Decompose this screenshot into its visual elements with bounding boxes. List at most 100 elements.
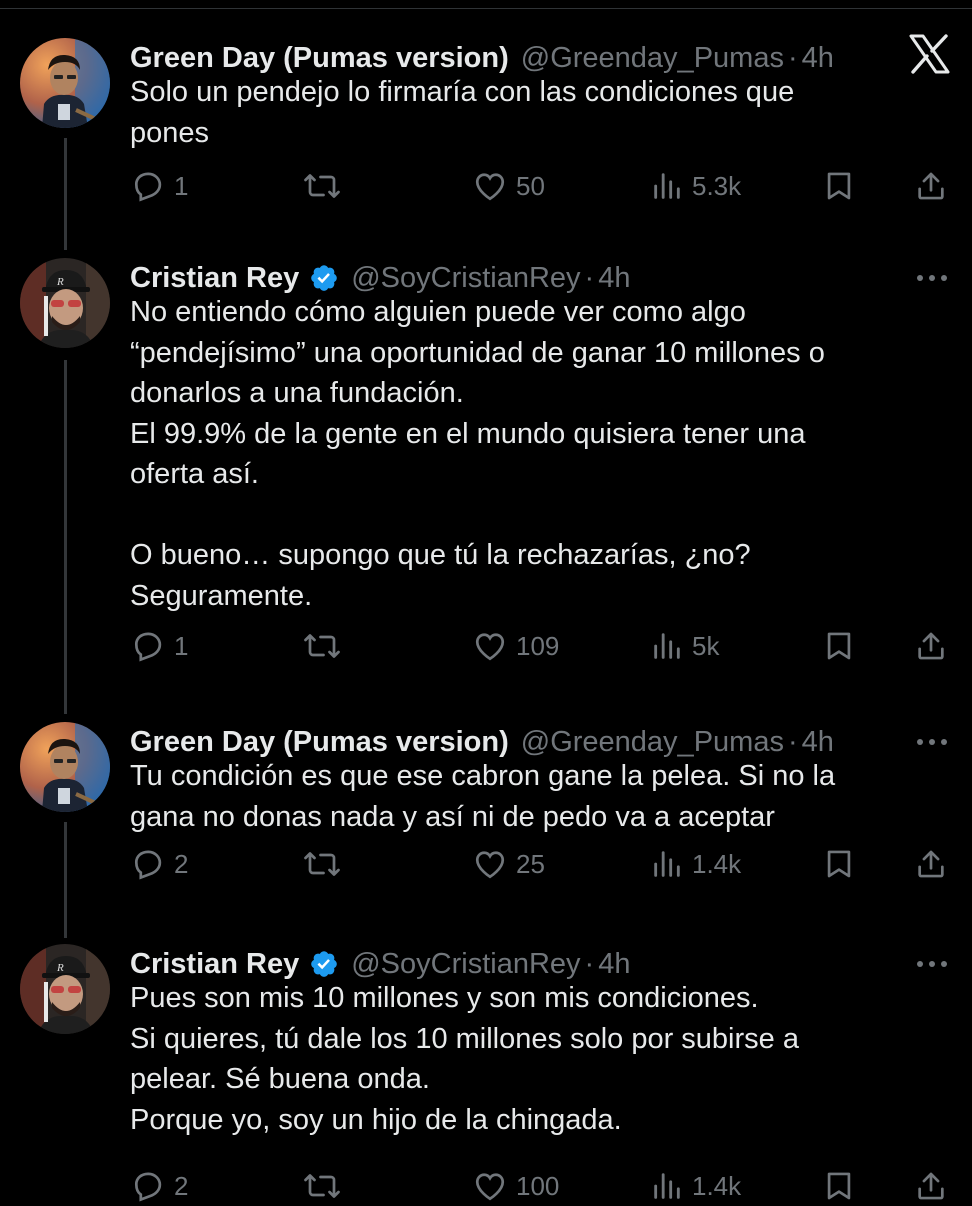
views-icon (650, 629, 684, 663)
share-button[interactable] (914, 844, 948, 884)
like-icon (472, 1168, 508, 1204)
tweet-text-line: Tu condición es que ese cabron gane la p… (130, 760, 836, 792)
retweet-button[interactable] (302, 1166, 342, 1206)
avatar[interactable]: R (20, 944, 110, 1034)
tweet-text-line: pelear. Sé buena onda. (130, 1063, 430, 1095)
like-count: 25 (516, 848, 545, 879)
retweet-icon (302, 168, 342, 204)
like-icon (472, 628, 508, 664)
share-button[interactable] (914, 1166, 948, 1206)
reply-count: 1 (174, 170, 189, 201)
bookmark-icon (822, 1168, 856, 1204)
svg-text:R: R (56, 276, 64, 288)
thread-line (64, 360, 67, 714)
views-button[interactable]: 5.3k (650, 166, 741, 206)
more-icon[interactable] (914, 954, 950, 974)
like-count: 109 (516, 630, 560, 661)
views-icon (650, 1169, 684, 1203)
tweet-text-line: donarlos a una fundación. (130, 377, 464, 409)
share-icon (914, 1168, 948, 1204)
views-count: 5k (692, 630, 720, 661)
verified-badge-icon (309, 263, 339, 293)
bookmark-button[interactable] (822, 1166, 856, 1206)
like-count: 50 (516, 170, 545, 201)
reply-icon (130, 168, 166, 204)
avatar[interactable] (20, 38, 110, 128)
action-bar: 1 50 5.3k (130, 166, 950, 206)
like-button[interactable]: 100 (472, 1166, 559, 1206)
retweet-button[interactable] (302, 166, 342, 206)
retweet-button[interactable] (302, 626, 342, 666)
tweet-text-line: Porque yo, soy un hijo de la chingada. (130, 1103, 622, 1136)
thread-line (64, 138, 67, 250)
verified-badge-icon (309, 949, 339, 979)
tweet-text-line: Solo un pendejo lo firmaría con las cond… (130, 76, 795, 108)
like-button[interactable]: 50 (472, 166, 545, 206)
views-count: 1.4k (692, 848, 742, 879)
retweet-button[interactable] (302, 844, 342, 884)
reply-icon (130, 628, 166, 664)
views-button[interactable]: 1.4k (650, 844, 741, 884)
views-button[interactable]: 5k (650, 626, 719, 666)
like-count: 100 (516, 1170, 560, 1201)
tweet-text-line: No entiendo cómo alguien puede ver como … (130, 296, 746, 328)
bookmark-icon (822, 628, 856, 664)
share-icon (914, 168, 948, 204)
reply-count: 1 (174, 630, 189, 661)
like-button[interactable]: 109 (472, 626, 559, 666)
tweet-text: Pues son mis 10 millones y son mis condi… (130, 978, 930, 1140)
svg-text:R: R (56, 962, 64, 974)
more-icon[interactable] (914, 268, 950, 288)
reply-count: 2 (174, 1170, 189, 1201)
reply-button[interactable]: 2 (130, 1166, 188, 1206)
x-logo-icon[interactable] (908, 34, 950, 74)
avatar[interactable] (20, 722, 110, 812)
tweet-text-line: gana no donas nada y así ni de pedo va a… (130, 800, 775, 833)
like-icon (472, 846, 508, 882)
share-button[interactable] (914, 166, 948, 206)
reply-button[interactable]: 1 (130, 626, 188, 666)
tweet-text-line: oferta así. (130, 458, 259, 490)
share-button[interactable] (914, 626, 948, 666)
like-button[interactable]: 25 (472, 844, 545, 884)
tweet-text: No entiendo cómo alguien puede ver como … (130, 292, 930, 616)
tweet-text-line: “pendejísimo” una oportunidad de ganar 1… (130, 336, 825, 369)
reply-button[interactable]: 2 (130, 844, 188, 884)
more-icon[interactable] (914, 732, 950, 752)
retweet-icon (302, 628, 342, 664)
top-divider (0, 8, 972, 9)
reply-icon (130, 1168, 166, 1204)
tweet-text-line: El 99.9% de la gente en el mundo quisier… (130, 417, 806, 450)
tweet-text-line: O bueno… supongo que tú la rechazarías, … (130, 539, 751, 571)
tweet-text-line: Seguramente. (130, 579, 313, 612)
bookmark-button[interactable] (822, 844, 856, 884)
action-bar: 1 109 5k (130, 626, 950, 666)
tweet-text-line: pones (130, 116, 210, 149)
views-button[interactable]: 1.4k (650, 1166, 741, 1206)
avatar[interactable]: R (20, 258, 110, 348)
retweet-icon (302, 1168, 342, 1204)
reply-count: 2 (174, 848, 189, 879)
retweet-icon (302, 846, 342, 882)
share-icon (914, 846, 948, 882)
views-icon (650, 169, 684, 203)
tweet-text: Tu condición es que ese cabron gane la p… (130, 756, 930, 837)
reply-button[interactable]: 1 (130, 166, 188, 206)
views-icon (650, 847, 684, 881)
action-bar: 2 25 1.4k (130, 844, 950, 884)
tweet-text-line: Pues son mis 10 millones y son mis condi… (130, 982, 759, 1014)
bookmark-button[interactable] (822, 166, 856, 206)
like-icon (472, 168, 508, 204)
tweet-text-line: Si quieres, tú dale los 10 millones solo… (130, 1022, 799, 1055)
reply-icon (130, 846, 166, 882)
tweet-text: Solo un pendejo lo firmaría con las cond… (130, 72, 930, 153)
action-bar: 2 100 1.4k (130, 1166, 950, 1206)
bookmark-button[interactable] (822, 626, 856, 666)
thread-line (64, 822, 67, 938)
views-count: 5.3k (692, 170, 742, 201)
share-icon (914, 628, 948, 664)
views-count: 1.4k (692, 1170, 742, 1201)
bookmark-icon (822, 168, 856, 204)
bookmark-icon (822, 846, 856, 882)
